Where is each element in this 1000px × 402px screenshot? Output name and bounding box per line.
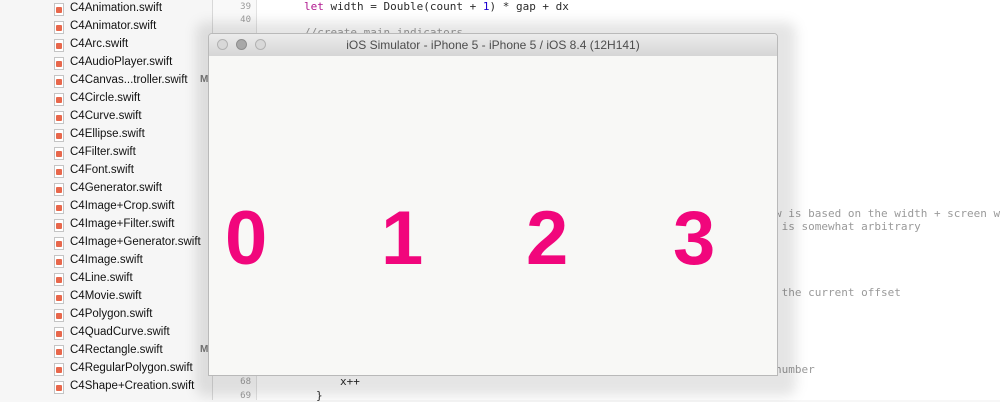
file-item[interactable]: C4Rectangle.swift M (52, 343, 212, 361)
file-name: C4Movie.swift (70, 290, 142, 302)
code-token: let (304, 0, 324, 13)
file-item[interactable]: C4Image+Crop.swift (52, 199, 212, 217)
file-name: C4Image.swift (70, 254, 143, 266)
swift-file-icon (54, 147, 64, 160)
file-item[interactable]: C4Circle.swift (52, 91, 212, 109)
file-item[interactable]: C4Generator.swift (52, 181, 212, 199)
file-item[interactable]: C4Animation.swift (52, 1, 212, 19)
simulator-window[interactable]: iOS Simulator - iPhone 5 - iPhone 5 / iO… (208, 33, 778, 376)
file-name: C4AudioPlayer.swift (70, 56, 173, 68)
indicator-digit-0: 0 (225, 196, 268, 281)
file-name: C4Filter.swift (70, 146, 136, 158)
file-name: C4Line.swift (70, 272, 133, 284)
swift-file-icon (54, 255, 64, 268)
file-item[interactable]: C4Line.swift (52, 271, 212, 289)
swift-file-icon (54, 237, 64, 250)
indicator-digit-3: 3 (673, 196, 716, 281)
swift-file-icon (54, 57, 64, 70)
file-item[interactable]: C4Polygon.swift (52, 307, 212, 325)
file-name: C4Generator.swift (70, 182, 163, 194)
swift-file-icon (54, 381, 64, 394)
file-item[interactable]: C4Movie.swift (52, 289, 212, 307)
file-item[interactable]: C4Canvas...troller.swift M (52, 73, 212, 91)
swift-file-icon (54, 39, 64, 52)
file-name: C4Image+Crop.swift (70, 200, 175, 212)
file-name: C4Animation.swift (70, 2, 163, 14)
file-item[interactable]: C4AudioPlayer.swift (52, 55, 212, 73)
file-item[interactable]: C4Image+Filter.swift (52, 217, 212, 235)
swift-file-icon (54, 363, 64, 376)
swift-file-icon (54, 129, 64, 142)
file-navigator: C4Animation.swift C4Animator.swift C4Arc.s… (0, 0, 213, 400)
file-name: C4Circle.swift (70, 92, 141, 104)
file-item[interactable]: C4Curve.swift (52, 109, 212, 127)
code-line: is somewhat arbitrary (775, 220, 921, 233)
code-token: w is based on the width + screen w (775, 207, 1000, 220)
file-item[interactable]: C4Image.swift (52, 253, 212, 271)
file-item[interactable]: C4RegularPolygon.swift (52, 361, 212, 379)
file-name: C4Curve.swift (70, 110, 142, 122)
file-item[interactable]: C4Animator.swift (52, 19, 212, 37)
file-name: C4RegularPolygon.swift (70, 362, 193, 374)
file-item[interactable]: C4Image+Generator.swift (52, 235, 212, 253)
swift-file-icon (54, 183, 64, 196)
file-name: C4Arc.swift (70, 38, 129, 50)
swift-file-icon (54, 345, 64, 358)
file-name: C4QuadCurve.swift (70, 326, 170, 338)
file-name: C4Font.swift (70, 164, 134, 176)
swift-file-icon (54, 165, 64, 178)
swift-file-icon (54, 111, 64, 124)
line-number: 39 (240, 2, 251, 12)
swift-file-icon (54, 291, 64, 304)
file-name: C4Canvas...troller.swift (70, 74, 188, 86)
swift-file-icon (54, 273, 64, 286)
file-name: C4Shape+Creation.swift (70, 380, 195, 392)
file-item[interactable]: C4QuadCurve.swift (52, 325, 212, 343)
file-name: C4Rectangle.swift (70, 344, 163, 356)
swift-file-icon (54, 21, 64, 34)
swift-file-icon (54, 219, 64, 232)
indicator-digit-1: 1 (381, 196, 424, 281)
file-name: C4Ellipse.swift (70, 128, 145, 140)
swift-file-icon (54, 327, 64, 340)
file-name: C4Image+Generator.swift (70, 236, 201, 248)
swift-file-icon (54, 75, 64, 88)
indicator-digit-2: 2 (526, 196, 569, 281)
file-name: C4Polygon.swift (70, 308, 153, 320)
code-line: let width = Double(count + 1) * gap + dx (304, 0, 569, 13)
file-item[interactable]: C4Font.swift (52, 163, 212, 181)
simulator-title: iOS Simulator - iPhone 5 - iPhone 5 / iO… (346, 38, 640, 52)
swift-file-icon (54, 201, 64, 214)
swift-file-icon (54, 93, 64, 106)
simulator-title-bar[interactable]: iOS Simulator - iPhone 5 - iPhone 5 / iO… (209, 34, 777, 57)
file-item[interactable]: C4Arc.swift (52, 37, 212, 55)
swift-file-icon (54, 309, 64, 322)
file-item[interactable]: C4Ellipse.swift (52, 127, 212, 145)
file-name: C4Image+Filter.swift (70, 218, 175, 230)
code-token: is somewhat arbitrary (775, 220, 921, 233)
file-item[interactable]: C4Filter.swift (52, 145, 212, 163)
file-name: C4Animator.swift (70, 20, 157, 32)
swift-file-icon (54, 3, 64, 16)
code-line: w is based on the width + screen w (775, 207, 1000, 220)
file-item[interactable]: C4Shape+Creation.swift (52, 379, 212, 397)
code-token: width = Double(count + (323, 0, 483, 13)
simulator-screen[interactable]: 0 1 2 3 (209, 56, 777, 375)
code-token: ) * gap + dx (489, 0, 569, 13)
